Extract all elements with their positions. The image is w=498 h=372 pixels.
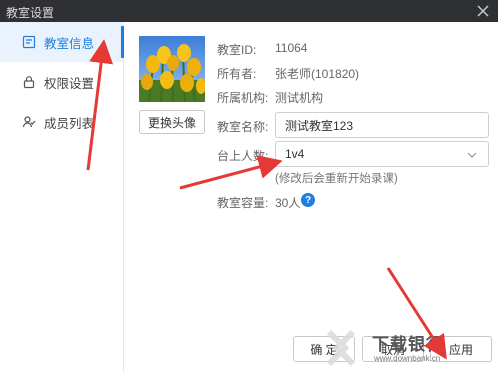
sidebar-item-permissions[interactable]: 权限设置 — [0, 62, 124, 102]
capacity-label: 教室容量: — [217, 196, 269, 210]
change-avatar-button[interactable]: 更换头像 — [139, 110, 205, 134]
help-icon[interactable]: ? — [301, 193, 315, 207]
capacity-value: 30人 — [275, 196, 301, 210]
window-title: 教室设置 — [6, 6, 55, 20]
info-card-icon — [22, 35, 36, 49]
room-name-input[interactable]: 测试教室123 — [275, 112, 489, 138]
seats-label: 台上人数: — [217, 149, 269, 163]
seats-hint: (修改后会重新开始录课) — [275, 173, 398, 185]
sidebar-item-label: 教室信息 — [44, 36, 95, 51]
members-icon — [22, 115, 36, 129]
org-value: 测试机构 — [275, 91, 324, 105]
chevron-down-icon — [466, 149, 478, 161]
watermark-text: 下载银行 — [372, 335, 444, 354]
title-bar: 教室设置 — [0, 0, 498, 22]
owner-label: 所有者: — [217, 67, 257, 81]
arrow-to-seats-select — [179, 155, 283, 190]
seats-select-value: 1v4 — [285, 147, 305, 161]
close-icon[interactable] — [474, 2, 492, 20]
room-name-label: 教室名称: — [217, 120, 269, 134]
lock-icon — [22, 75, 36, 89]
sidebar-item-label: 权限设置 — [44, 76, 95, 91]
owner-value: 张老师(101820) — [275, 67, 360, 81]
watermark-subtext: www.downbank.cn — [374, 354, 441, 363]
sidebar: 教室信息 权限设置 成员列表 — [0, 22, 124, 372]
room-id-label: 教室ID: — [217, 43, 257, 57]
room-avatar-image — [139, 36, 205, 102]
seats-select[interactable]: 1v4 — [275, 141, 489, 167]
org-label: 所属机构: — [217, 91, 269, 105]
sidebar-item-label: 成员列表 — [44, 116, 95, 131]
sidebar-item-room-info[interactable]: 教室信息 — [0, 22, 124, 62]
room-id-value: 11064 — [275, 41, 308, 55]
sidebar-item-members[interactable]: 成员列表 — [0, 102, 124, 142]
